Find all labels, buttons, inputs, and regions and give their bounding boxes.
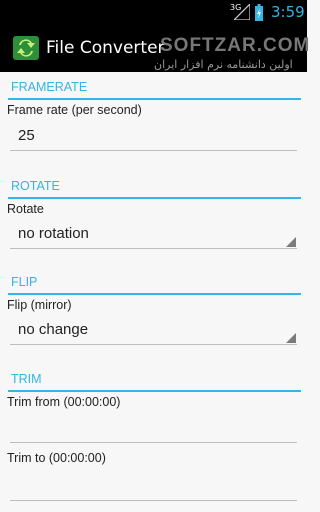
framerate-input[interactable]: 25 xyxy=(10,124,297,151)
section-title: TRIM xyxy=(11,372,42,386)
section-title: FLIP xyxy=(11,275,38,289)
rotate-spinner[interactable]: no rotation xyxy=(10,224,297,249)
flip-spinner[interactable]: no change xyxy=(10,320,297,345)
framerate-section-header: FRAMERATE xyxy=(8,78,301,100)
app-title: File Converter xyxy=(46,38,165,58)
trim-to-label: Trim to (00:00:00) xyxy=(7,451,106,465)
framerate-value: 25 xyxy=(18,127,35,144)
trim-to-input[interactable] xyxy=(10,474,297,501)
rotate-section-header: ROTATE xyxy=(8,177,301,199)
framerate-label: Frame rate (per second) xyxy=(7,103,142,117)
trim-section-header: TRIM xyxy=(8,370,301,392)
action-bar: File Converter SOFTZAR.COM اولین دانشنام… xyxy=(0,25,311,72)
battery-icon xyxy=(255,4,263,21)
watermark-subtext: اولین دانشنامه نرم افزار ایران xyxy=(154,58,293,71)
clock: 3:59 xyxy=(271,3,305,21)
section-title: FRAMERATE xyxy=(11,80,88,94)
status-bar: 3G 3:59 xyxy=(0,0,307,25)
trim-from-input[interactable] xyxy=(10,416,297,443)
app-logo-icon[interactable] xyxy=(11,33,41,63)
dropdown-arrow-icon xyxy=(286,333,296,343)
flip-section-header: FLIP xyxy=(8,273,301,295)
dropdown-arrow-icon xyxy=(286,237,296,247)
flip-label: Flip (mirror) xyxy=(7,298,72,312)
trim-from-label: Trim from (00:00:00) xyxy=(7,395,121,409)
watermark-text: SOFTZAR.COM xyxy=(160,35,311,56)
flip-value: no change xyxy=(18,321,89,338)
signal-icon xyxy=(234,4,250,20)
section-title: ROTATE xyxy=(11,179,60,193)
rotate-value: no rotation xyxy=(18,225,89,242)
rotate-label: Rotate xyxy=(7,202,44,216)
